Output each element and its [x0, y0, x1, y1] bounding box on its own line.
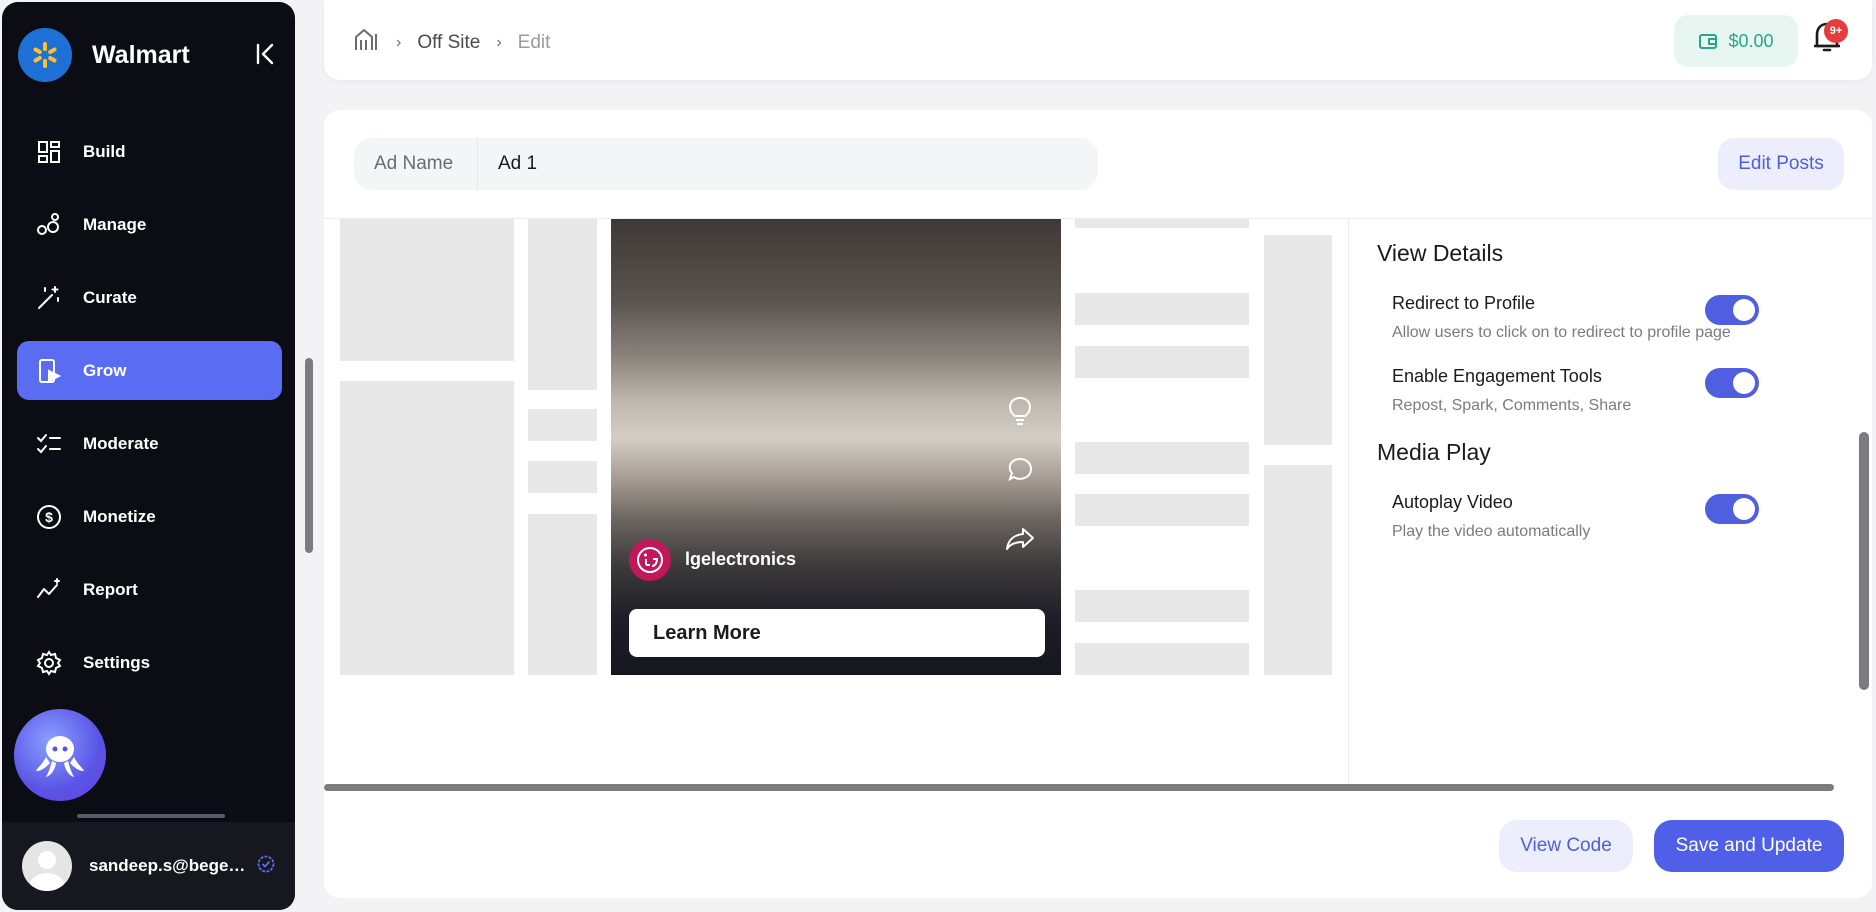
lg-logo-icon	[629, 539, 671, 581]
sidebar-item-settings[interactable]: Settings	[17, 633, 282, 692]
wallet-icon	[1699, 34, 1718, 49]
video-preview[interactable]: lgelectronics Learn More	[611, 219, 1061, 675]
notification-count-badge: 9+	[1824, 19, 1848, 43]
play-device-icon	[34, 356, 64, 386]
sidebar-item-build[interactable]: Build	[17, 122, 282, 181]
top-bar: › Off Site › Edit $0.00 9+	[324, 0, 1872, 80]
share-icon[interactable]	[1003, 522, 1037, 556]
placeholder-tile	[1075, 219, 1249, 228]
placeholder-tile	[528, 461, 597, 493]
placeholder-tile	[1075, 494, 1249, 526]
sidebar-item-label: Grow	[83, 360, 127, 380]
option-description: Repost, Spark, Comments, Share	[1392, 397, 1632, 414]
sidebar-nav: Build Manage Curate Grow Moderate $ Mone…	[17, 122, 282, 706]
learn-more-button[interactable]: Learn More	[629, 609, 1045, 657]
brand-name: Walmart	[92, 40, 190, 69]
checklist-icon	[34, 429, 64, 459]
sidebar-item-label: Build	[83, 141, 126, 161]
chevron-right-icon: ›	[496, 34, 502, 51]
ad-editor: Ad Name Edit Posts lgelectronics Learn M…	[324, 110, 1872, 898]
view-code-button[interactable]: View Code	[1499, 820, 1633, 872]
autoplay-toggle[interactable]	[1705, 494, 1759, 524]
option-description: Play the video automatically	[1392, 523, 1591, 540]
save-and-update-button[interactable]: Save and Update	[1654, 820, 1844, 872]
sparkline-icon	[34, 575, 64, 605]
section-title: Media Play	[1377, 439, 1491, 465]
lightbulb-icon[interactable]	[1003, 394, 1037, 428]
sidebar-item-grow[interactable]: Grow	[17, 341, 282, 400]
section-title: View Details	[1377, 240, 1504, 266]
page-scrollbar[interactable]	[305, 358, 313, 553]
option-engagement-tools: Enable Engagement Tools Repost, Spark, C…	[1392, 366, 1847, 419]
dollar-circle-icon: $	[34, 502, 64, 532]
breadcrumb-off-site[interactable]: Off Site	[417, 32, 480, 54]
account-name: lgelectronics	[685, 549, 797, 569]
sidebar-item-label: Monetize	[83, 506, 156, 526]
sidebar-item-monetize[interactable]: $ Monetize	[17, 487, 282, 546]
collapse-sidebar-icon[interactable]	[250, 38, 282, 70]
placeholder-tile	[1075, 590, 1249, 622]
avatar	[22, 841, 72, 891]
bubbles-icon	[34, 210, 64, 240]
sidebar-item-curate[interactable]: Curate	[17, 268, 282, 327]
settings-scrollbar[interactable]	[1859, 432, 1869, 690]
toggle-knob	[1733, 299, 1755, 321]
placeholder-tile	[1075, 442, 1249, 474]
settings-panel: View Details Redirect to Profile Allow u…	[1377, 240, 1847, 545]
sidebar-item-report[interactable]: Report	[17, 560, 282, 619]
wallet-balance-button[interactable]: $0.00	[1674, 15, 1798, 67]
breadcrumb-edit: Edit	[517, 32, 551, 53]
verified-badge-icon	[257, 855, 275, 878]
sidebar-item-label: Manage	[83, 214, 147, 234]
placeholder-tile	[340, 381, 514, 675]
option-title: Redirect to Profile	[1392, 293, 1536, 313]
walmart-spark-icon	[18, 28, 72, 82]
home-icon[interactable]	[354, 28, 380, 58]
gear-icon	[34, 648, 64, 678]
sidebar-item-manage[interactable]: Manage	[17, 195, 282, 254]
engagement-tools-toggle[interactable]	[1705, 368, 1759, 398]
placeholder-tile	[1264, 465, 1332, 675]
octopus-assistant-icon[interactable]	[14, 709, 106, 801]
magic-wand-icon	[34, 283, 64, 313]
toggle-knob	[1733, 498, 1755, 520]
placeholder-tile	[528, 409, 597, 441]
redirect-profile-toggle[interactable]	[1705, 295, 1759, 325]
sidebar-item-label: Moderate	[83, 433, 159, 453]
horizontal-scrollbar[interactable]	[324, 784, 1834, 791]
comment-icon[interactable]	[1003, 452, 1037, 486]
svg-text:$: $	[45, 509, 53, 525]
ad-name-label: Ad Name	[354, 138, 478, 190]
placeholder-tile	[1075, 346, 1249, 378]
option-title: Enable Engagement Tools	[1392, 366, 1602, 386]
ad-name-input[interactable]	[478, 138, 1098, 190]
placeholder-tile	[1075, 293, 1249, 325]
brand[interactable]: Walmart	[18, 28, 190, 82]
sidebar-item-label: Settings	[83, 652, 151, 672]
sidebar-item-moderate[interactable]: Moderate	[17, 414, 282, 473]
placeholder-tile	[528, 219, 597, 390]
sidebar-item-label: Curate	[83, 287, 137, 307]
option-title: Autoplay Video	[1392, 492, 1513, 512]
sidebar: Walmart Build Manage Curate Grow Moderat…	[2, 2, 295, 910]
placeholder-tile	[1264, 235, 1332, 445]
user-email: sandeep.s@begenuin.com	[89, 856, 249, 875]
ad-name-field: Ad Name	[354, 138, 1098, 190]
toggle-knob	[1733, 372, 1755, 394]
wallet-amount: $0.00	[1728, 30, 1774, 51]
grid-layout-icon	[34, 137, 64, 167]
divider	[1348, 219, 1349, 789]
user-profile[interactable]: sandeep.s@begenuin.com	[2, 822, 295, 910]
sidebar-scrollbar[interactable]	[77, 814, 225, 818]
edit-posts-button[interactable]: Edit Posts	[1718, 138, 1844, 190]
placeholder-tile	[340, 219, 514, 361]
chevron-right-icon: ›	[396, 34, 402, 51]
breadcrumb: › Off Site › Edit	[354, 28, 550, 58]
option-autoplay: Autoplay Video Play the video automatica…	[1392, 492, 1847, 545]
option-description: Allow users to click on to redirect to p…	[1392, 324, 1731, 341]
sidebar-item-label: Report	[83, 579, 138, 599]
option-redirect-profile: Redirect to Profile Allow users to click…	[1392, 293, 1847, 346]
placeholder-tile	[1075, 643, 1249, 675]
placeholder-tile	[528, 514, 597, 675]
